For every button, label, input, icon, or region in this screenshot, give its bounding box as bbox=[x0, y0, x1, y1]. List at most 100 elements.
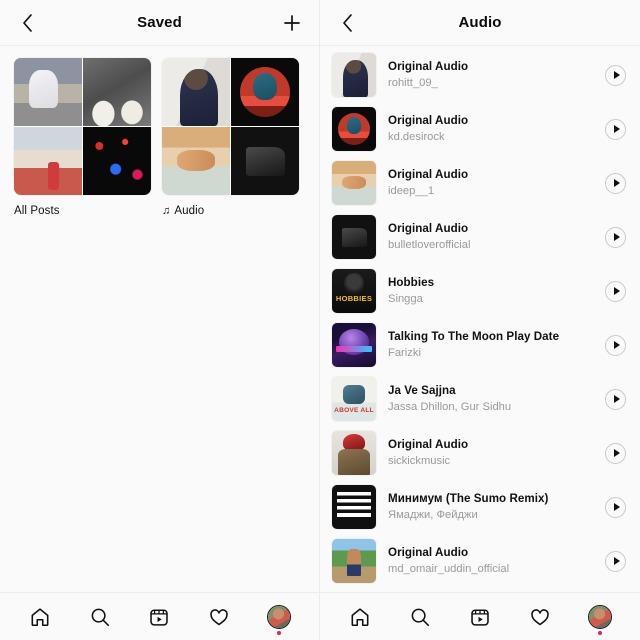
audio-artist: sickickmusic bbox=[388, 455, 451, 468]
audio-row[interactable]: Original Audio sickickmusic bbox=[320, 426, 640, 480]
collections-grid: All Posts ♫ Audio bbox=[0, 46, 319, 217]
audio-meta: Hobbies Singga bbox=[376, 275, 605, 308]
audio-artist: bulletloverofficial bbox=[388, 239, 471, 252]
play-button[interactable] bbox=[605, 64, 626, 86]
audio-title: Ja Ve Sajjna bbox=[388, 383, 456, 397]
audio-artist: Ямаджи, Фейджи bbox=[388, 509, 478, 522]
audio-row[interactable]: Original Audio kd.desirock bbox=[320, 102, 640, 156]
music-note-icon: ♫ bbox=[162, 204, 171, 217]
collection-cover bbox=[14, 58, 151, 195]
audio-meta: Original Audio md_omair_uddin_official bbox=[376, 545, 605, 578]
nav-home[interactable] bbox=[343, 600, 377, 634]
saved-empty-space bbox=[0, 217, 319, 592]
cover-thumb bbox=[162, 58, 230, 126]
collection-cover bbox=[162, 58, 299, 195]
home-icon bbox=[31, 607, 49, 626]
play-button[interactable] bbox=[605, 118, 626, 140]
nav-profile[interactable] bbox=[262, 600, 296, 635]
avatar bbox=[267, 604, 292, 629]
audio-panel: Audio Original Audio rohitt_09_ Original A… bbox=[320, 0, 640, 640]
page-title-audio: Audio bbox=[458, 14, 502, 31]
avatar-wrap bbox=[267, 604, 292, 635]
audio-title: Original Audio bbox=[388, 59, 469, 73]
audio-title: Talking To The Moon Play Date bbox=[388, 329, 560, 343]
audio-title: Минимум (The Sumo Remix) bbox=[388, 491, 549, 505]
play-icon bbox=[613, 179, 620, 187]
audio-title: Original Audio bbox=[388, 221, 469, 235]
audio-row[interactable]: Original Audio bulletloverofficial bbox=[320, 210, 640, 264]
cover-thumb bbox=[14, 58, 82, 126]
audio-row[interactable]: Original Audio md_omair_uddin_official bbox=[320, 534, 640, 588]
audio-artist: rohitt_09_ bbox=[388, 77, 438, 90]
nav-reels[interactable] bbox=[142, 600, 176, 634]
home-icon bbox=[351, 607, 369, 626]
audio-header: Audio bbox=[320, 0, 640, 46]
search-icon bbox=[91, 608, 109, 626]
collection-label-row: ♫ Audio bbox=[162, 205, 299, 217]
saved-panel: Saved All Posts ♫ Audio bbox=[0, 0, 320, 640]
back-button-saved[interactable] bbox=[14, 10, 40, 36]
chevron-left-icon bbox=[342, 13, 352, 32]
collection-label-row: All Posts bbox=[14, 205, 151, 217]
audio-row[interactable]: Talking To The Moon Play Date Farizki bbox=[320, 318, 640, 372]
play-button[interactable] bbox=[605, 550, 626, 572]
cover-thumb bbox=[162, 127, 230, 195]
play-icon bbox=[613, 557, 620, 565]
audio-artist: md_omair_uddin_official bbox=[388, 563, 510, 576]
collection-audio[interactable]: ♫ Audio bbox=[162, 58, 299, 217]
collection-all-posts[interactable]: All Posts bbox=[14, 58, 151, 217]
app-root: Saved All Posts ♫ Audio Audio Original A… bbox=[0, 0, 640, 640]
play-button[interactable] bbox=[605, 442, 626, 464]
cover-thumb bbox=[83, 58, 151, 126]
audio-artwork bbox=[332, 215, 376, 259]
audio-artwork bbox=[332, 107, 376, 151]
audio-artist: Singga bbox=[388, 293, 423, 306]
audio-artist: Jassa Dhillon, Gur Sidhu bbox=[388, 401, 512, 414]
audio-artwork bbox=[332, 431, 376, 475]
play-icon bbox=[613, 341, 620, 349]
play-icon bbox=[613, 503, 620, 511]
audio-title: Original Audio bbox=[388, 545, 469, 559]
cover-thumb bbox=[231, 127, 299, 195]
nav-activity[interactable] bbox=[523, 600, 557, 634]
audio-artist: Farizki bbox=[388, 347, 421, 360]
collection-name: All Posts bbox=[14, 205, 60, 217]
play-icon bbox=[613, 233, 620, 241]
audio-row[interactable]: Original Audio ideep__1 bbox=[320, 156, 640, 210]
audio-row[interactable]: Hobbies Singga bbox=[320, 264, 640, 318]
play-button[interactable] bbox=[605, 388, 626, 410]
audio-row[interactable]: Original Audio rohitt_09_ bbox=[320, 48, 640, 102]
audio-row[interactable]: Ja Ve Sajjna Jassa Dhillon, Gur Sidhu bbox=[320, 372, 640, 426]
audio-row[interactable]: Минимум (The Sumo Remix) Ямаджи, Фейджи bbox=[320, 480, 640, 534]
play-button[interactable] bbox=[605, 280, 626, 302]
play-button[interactable] bbox=[605, 226, 626, 248]
play-button[interactable] bbox=[605, 496, 626, 518]
nav-search[interactable] bbox=[83, 600, 117, 634]
cover-thumb bbox=[83, 127, 151, 195]
nav-activity[interactable] bbox=[202, 600, 236, 634]
cover-thumb bbox=[231, 58, 299, 126]
audio-artwork bbox=[332, 53, 376, 97]
add-collection-button[interactable] bbox=[279, 10, 305, 36]
audio-title: Original Audio bbox=[388, 167, 469, 181]
nav-reels[interactable] bbox=[463, 600, 497, 634]
play-button[interactable] bbox=[605, 334, 626, 356]
nav-profile[interactable] bbox=[583, 600, 617, 635]
audio-meta: Минимум (The Sumo Remix) Ямаджи, Фейджи bbox=[376, 491, 605, 524]
play-button[interactable] bbox=[605, 172, 626, 194]
avatar-wrap bbox=[588, 604, 612, 635]
audio-meta: Talking To The Moon Play Date Farizki bbox=[376, 329, 605, 362]
audio-title: Original Audio bbox=[388, 113, 469, 127]
nav-search[interactable] bbox=[403, 600, 437, 634]
audio-meta: Original Audio bulletloverofficial bbox=[376, 221, 605, 254]
play-icon bbox=[613, 71, 620, 79]
audio-title: Original Audio bbox=[388, 437, 469, 451]
heart-icon bbox=[210, 608, 229, 625]
audio-artwork bbox=[332, 377, 376, 421]
audio-artwork bbox=[332, 161, 376, 205]
back-button-audio[interactable] bbox=[334, 10, 360, 36]
nav-home[interactable] bbox=[23, 600, 57, 634]
bottom-navbar-right bbox=[320, 592, 640, 640]
audio-list[interactable]: Original Audio rohitt_09_ Original Audio kd… bbox=[320, 46, 640, 592]
plus-icon bbox=[284, 14, 300, 31]
